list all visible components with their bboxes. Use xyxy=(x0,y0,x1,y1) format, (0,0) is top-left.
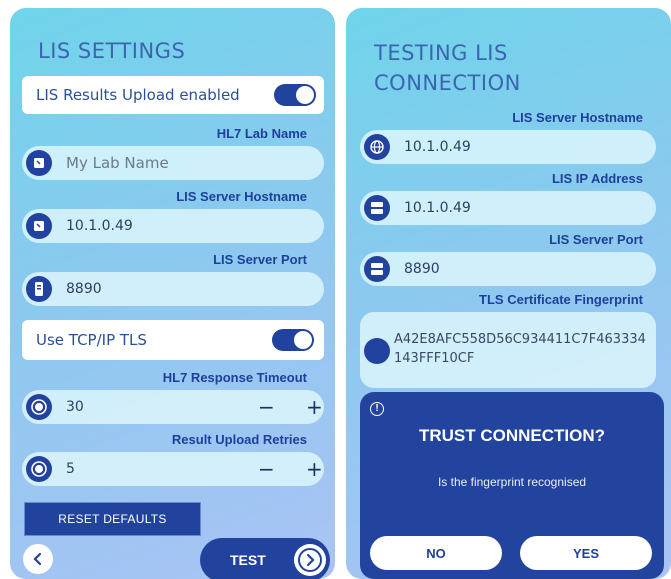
page-title: LIS SETTINGS xyxy=(38,39,186,63)
reset-defaults-button[interactable]: RESET DEFAULTS xyxy=(24,502,201,536)
tablet-icon xyxy=(26,150,52,176)
globe-icon xyxy=(364,134,390,160)
chevron-left-icon xyxy=(33,552,42,566)
info-icon: ! xyxy=(370,402,384,416)
upload-retries-stepper: 5 − + xyxy=(22,452,324,486)
hl7-lab-name-input[interactable]: My Lab Name xyxy=(66,154,169,172)
server-icon xyxy=(364,195,390,221)
test-button-label: TEST xyxy=(230,552,266,568)
server-icon xyxy=(364,256,390,282)
fingerprint-value: A42E8AFC558D56C934411C7F463334143FFF10CF xyxy=(394,332,646,366)
upload-retries-increment-button[interactable]: + xyxy=(306,459,323,479)
back-button[interactable] xyxy=(23,544,53,574)
page-title-line2: CONNECTION xyxy=(374,71,521,95)
lis-settings-panel: LIS SETTINGS LIS Results Upload enabled … xyxy=(10,8,335,579)
dialog-message: Is the fingerprint recognised xyxy=(437,475,587,489)
server-hostname-input[interactable]: 10.1.0.49 xyxy=(66,218,133,234)
hostname-label: LIS Server Hostname xyxy=(512,110,643,125)
dialog-title: TRUST CONNECTION? xyxy=(418,426,606,445)
response-timeout-label: HL7 Response Timeout xyxy=(162,370,307,385)
server-port-value: 8890 xyxy=(404,261,440,277)
yes-button[interactable]: YES xyxy=(520,536,652,570)
fingerprint-icon xyxy=(364,338,390,364)
server-port-label: LIS Server Port xyxy=(213,252,307,267)
server-port-field: 8890 xyxy=(360,252,656,286)
hl7-lab-name-field[interactable]: My Lab Name xyxy=(22,146,324,180)
response-timeout-stepper: 30 − + xyxy=(22,390,324,424)
server-port-field[interactable]: 8890 xyxy=(22,272,324,306)
hl7-lab-name-label: HL7 Lab Name xyxy=(216,126,307,141)
server-hostname-field[interactable]: 10.1.0.49 xyxy=(22,209,324,243)
tablet-icon xyxy=(26,213,52,239)
tls-label: Use TCP/IP TLS xyxy=(36,331,147,349)
server-port-input[interactable]: 8890 xyxy=(66,281,102,297)
upload-retries-value[interactable]: 5 xyxy=(66,461,75,477)
test-button[interactable]: TEST xyxy=(200,538,330,579)
no-button[interactable]: NO xyxy=(370,536,502,570)
timer-icon xyxy=(26,456,52,482)
fingerprint-label: TLS Certificate Fingerprint xyxy=(479,292,643,307)
page-title-line1: TESTING LIS xyxy=(374,41,508,65)
tls-toggle[interactable] xyxy=(272,329,314,351)
testing-connection-panel: TESTING LIS CONNECTION LIS Server Hostna… xyxy=(346,8,671,579)
response-timeout-increment-button[interactable]: + xyxy=(306,397,323,417)
server-phone-icon xyxy=(26,276,52,302)
ip-address-field: 10.1.0.49 xyxy=(360,191,656,225)
hostname-value: 10.1.0.49 xyxy=(404,139,471,155)
trust-connection-dialog: ! TRUST CONNECTION? Is the fingerprint r… xyxy=(360,392,664,579)
timer-icon xyxy=(26,394,52,420)
upload-enabled-row: LIS Results Upload enabled xyxy=(22,76,324,114)
upload-enabled-toggle[interactable] xyxy=(274,84,316,106)
upload-enabled-label: LIS Results Upload enabled xyxy=(36,86,240,104)
upload-retries-decrement-button[interactable]: − xyxy=(258,459,275,479)
fingerprint-field: A42E8AFC558D56C934411C7F463334143FFF10CF xyxy=(360,312,656,388)
ip-address-value: 10.1.0.49 xyxy=(404,200,471,216)
response-timeout-decrement-button[interactable]: − xyxy=(258,397,275,417)
server-hostname-label: LIS Server Hostname xyxy=(176,189,307,204)
hostname-field: 10.1.0.49 xyxy=(360,130,656,164)
tls-row: Use TCP/IP TLS xyxy=(22,320,324,360)
upload-retries-label: Result Upload Retries xyxy=(171,432,307,447)
server-port-label: LIS Server Port xyxy=(549,232,643,247)
chevron-right-icon xyxy=(294,544,326,576)
ip-address-label: LIS IP Address xyxy=(551,171,643,186)
response-timeout-value[interactable]: 30 xyxy=(66,399,84,415)
